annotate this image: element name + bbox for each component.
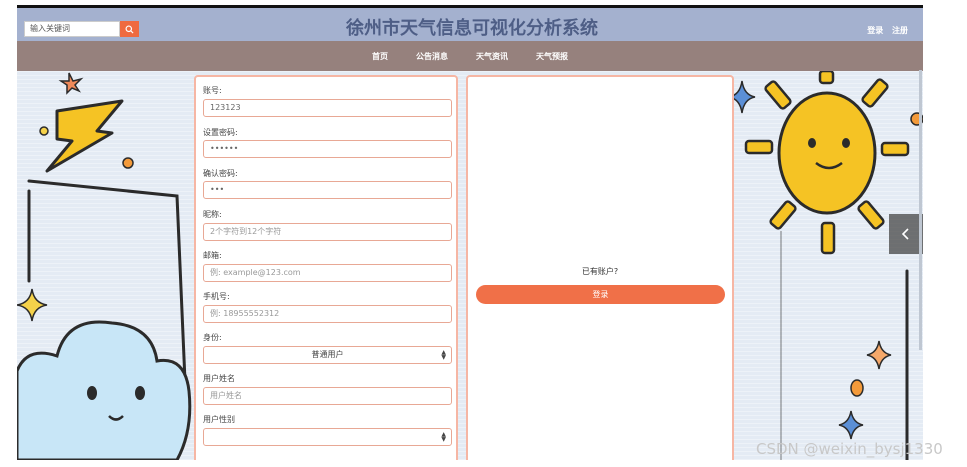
nav-item-announcements[interactable]: 公告消息 [416,51,448,62]
carousel-prev-button[interactable] [889,214,923,254]
field-label-email: 邮箱: [203,251,222,260]
sparkle-icon [866,340,892,370]
field-label-password: 设置密码: [203,128,238,137]
content-area: 账号: 123123 设置密码: •••••• 确认密码: ••• 昵称: 2个… [17,71,923,460]
main-nav: 首页 公告消息 天气资讯 天气预报 [17,41,923,71]
login-panel: 已有账户? 登录 [466,75,734,460]
field-label-account: 账号: [203,86,222,95]
role-select-value: 普通用户 [311,350,344,359]
register-form-panel: 账号: 123123 设置密码: •••••• 确认密码: ••• 昵称: 2个… [194,75,458,460]
phone-input[interactable]: 例: 18955552312 [203,305,452,323]
nav-item-weather-forecast[interactable]: 天气预报 [536,51,568,62]
select-arrows-icon: ▲ ▼ [441,349,446,361]
app-window: 输入关键词 徐州市天气信息可视化分析系统 登录 注册 首页 公告消息 天气资讯 … [17,5,923,460]
field-label-role: 身份: [203,333,222,342]
sparkle-icon [838,410,864,440]
has-account-text: 已有账户? [581,267,619,276]
dot-icon [39,126,49,136]
real-name-input[interactable]: 用户姓名 [203,387,452,405]
star-icon [58,72,84,95]
lightning-icon [45,99,124,173]
login-link[interactable]: 登录 [867,26,883,35]
auth-links: 登录 注册 [861,25,908,36]
search-button[interactable] [120,21,139,37]
field-label-real-name: 用户姓名 [203,374,235,383]
watermark: CSDN @weixin_bysj1330 [756,440,943,458]
search-input[interactable]: 输入关键词 [24,21,120,37]
role-select[interactable]: 普通用户 ▲ ▼ [203,346,452,364]
search-icon [125,24,134,34]
field-label-confirm-password: 确认密码: [203,169,238,178]
field-label-gender: 用户性别 [203,415,235,424]
nav-item-home[interactable]: 首页 [372,51,388,62]
gender-select[interactable]: ▲ ▼ [203,428,452,446]
nav-item-weather-news[interactable]: 天气资讯 [476,51,508,62]
password-input[interactable]: •••••• [203,140,452,158]
nickname-input[interactable]: 2个字符到12个字符 [203,223,452,241]
field-label-phone: 手机号: [203,292,230,301]
account-input[interactable]: 123123 [203,99,452,117]
dot-icon [122,157,134,169]
site-title: 徐州市天气信息可视化分析系统 [346,18,598,39]
header: 输入关键词 徐州市天气信息可视化分析系统 登录 注册 [17,8,923,41]
register-link[interactable]: 注册 [892,26,908,35]
email-input[interactable]: 例: example@123.com [203,264,452,282]
field-label-nickname: 昵称: [203,210,222,219]
sparkle-icon [17,288,48,322]
select-arrows-icon: ▲ ▼ [441,431,446,443]
chevron-left-icon [901,228,909,240]
scrollbar[interactable] [919,70,922,350]
cloud-icon [17,320,192,460]
login-button[interactable]: 登录 [476,285,725,304]
confirm-password-input[interactable]: ••• [203,181,452,199]
sun-icon [777,91,877,215]
